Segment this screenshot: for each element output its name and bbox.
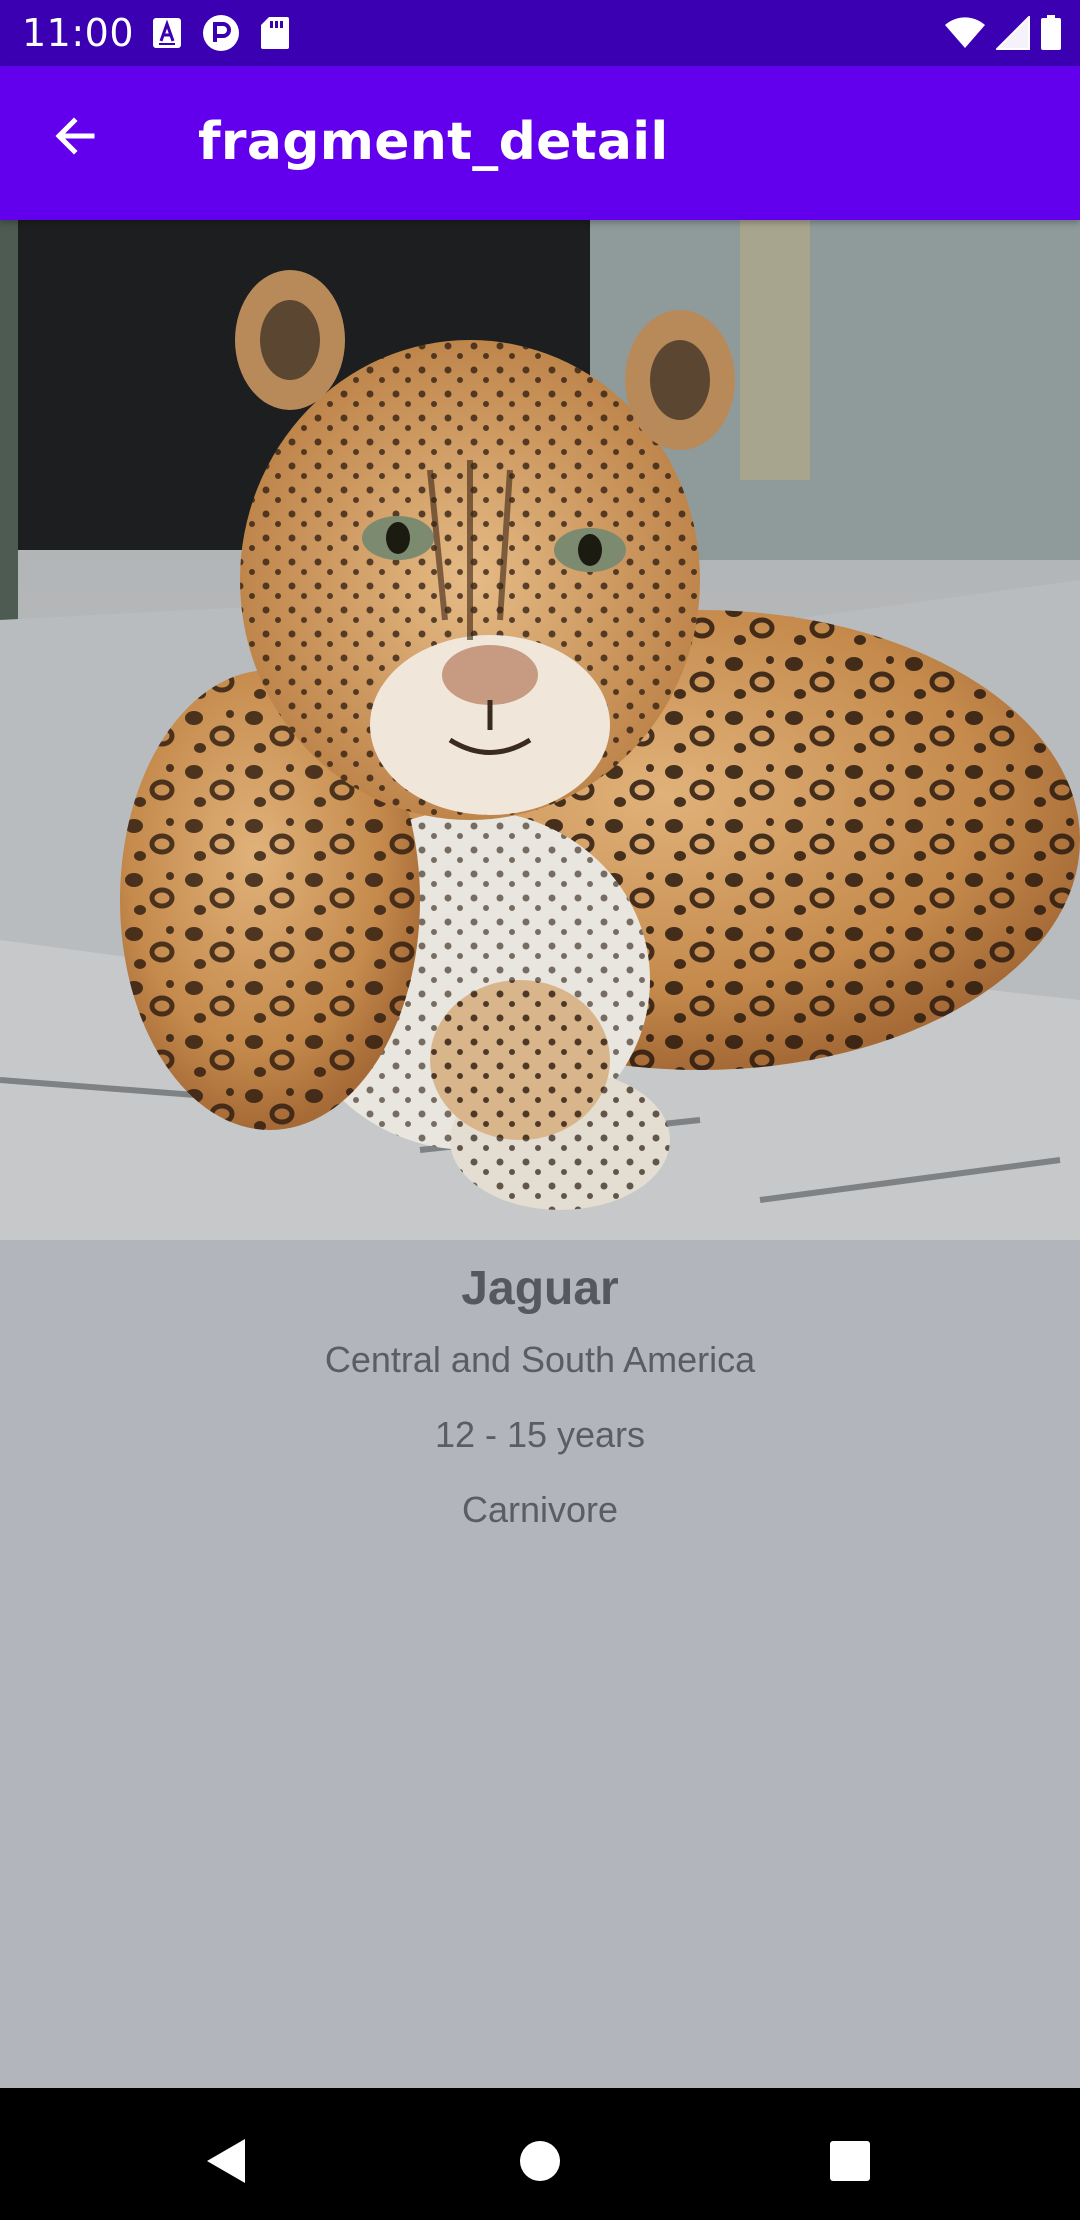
- nav-recents-button[interactable]: [805, 2118, 895, 2208]
- battery-icon: [1040, 15, 1062, 51]
- arrow-back-icon: [52, 112, 100, 165]
- nav-back-icon: [203, 2137, 247, 2190]
- animal-lifespan: 12 - 15 years: [434, 1414, 646, 1455]
- wifi-icon: [944, 17, 986, 49]
- status-icons-right: [944, 14, 1062, 52]
- system-nav-bar: [0, 2088, 1080, 2220]
- page-title: fragment_detail: [198, 112, 669, 172]
- back-button[interactable]: [28, 90, 124, 186]
- animal-region: Central and South America: [324, 1339, 756, 1380]
- nav-home-icon: [519, 2140, 561, 2187]
- nav-recents-icon: [829, 2140, 871, 2187]
- nav-home-button[interactable]: [495, 2118, 585, 2208]
- app-bar: fragment_detail: [0, 66, 1080, 220]
- status-bar: 11:00: [0, 0, 1080, 66]
- status-time: 11:00: [22, 11, 135, 55]
- sd-card-icon: [260, 16, 290, 50]
- nav-back-button[interactable]: [180, 2118, 270, 2208]
- cell-signal-icon: [996, 16, 1030, 50]
- animal-name: Jaguar: [461, 1262, 619, 1315]
- animal-details: Jaguar Central and South America 12 - 15…: [0, 1240, 1080, 1532]
- status-icons-left: [152, 15, 290, 51]
- screen: 11:00 fragment_detail Jaguar Central and…: [0, 0, 1080, 2220]
- text-format-icon: [152, 17, 182, 49]
- animal-diet: Carnivore: [461, 1489, 619, 1530]
- jaguar-photo: [0, 220, 1080, 1240]
- p-badge-icon: [202, 14, 240, 52]
